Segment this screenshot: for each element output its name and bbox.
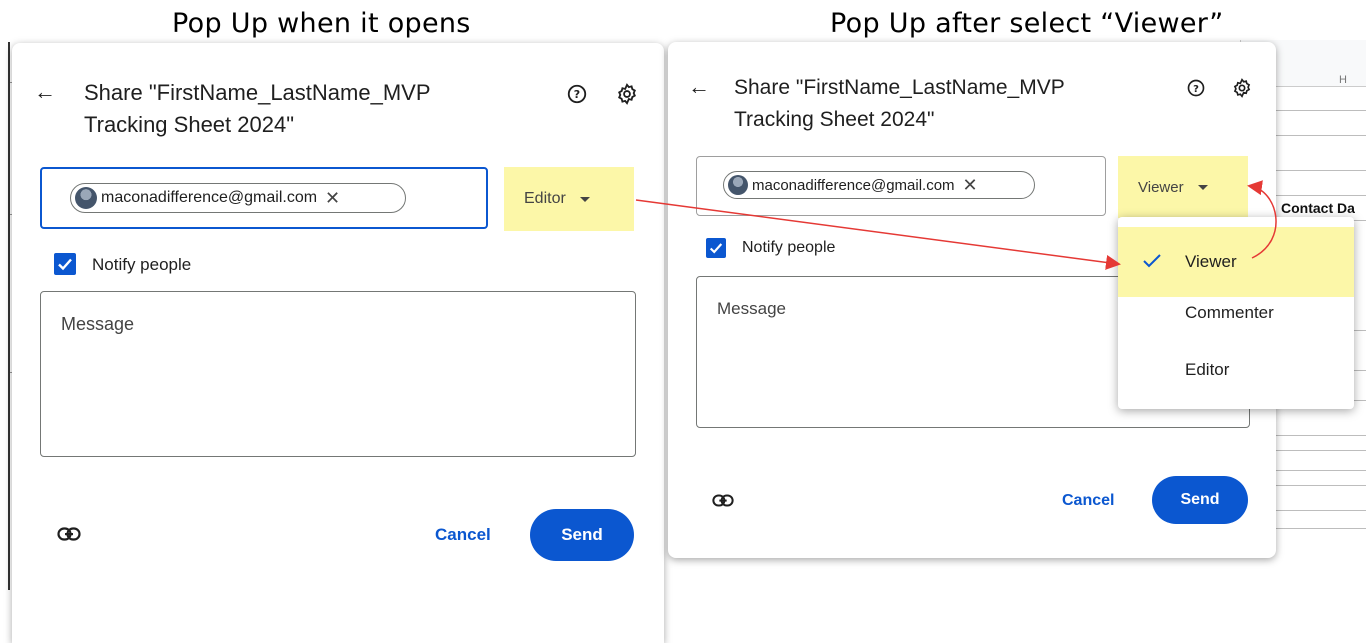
role-dropdown-label: Editor bbox=[524, 190, 566, 207]
recipient-chip-email: maconadifference@gmail.com bbox=[101, 189, 318, 206]
caret-down-icon bbox=[1197, 184, 1208, 190]
gear-icon[interactable] bbox=[616, 83, 638, 105]
dialog-title: Share "FirstName_LastName_MVP Tracking S… bbox=[84, 77, 431, 141]
recipient-chip: maconadifference@gmail.com ✕ bbox=[723, 171, 1035, 199]
dialog-title-line2: Tracking Sheet 2024" bbox=[84, 112, 295, 137]
check-icon bbox=[58, 258, 72, 271]
role-dropdown[interactable]: Viewer bbox=[1118, 156, 1248, 218]
recipient-input[interactable]: maconadifference@gmail.com ✕ bbox=[40, 167, 488, 229]
menu-item-editor[interactable]: Editor bbox=[1118, 341, 1354, 399]
check-icon bbox=[1143, 254, 1161, 268]
help-circle-icon[interactable]: ? bbox=[566, 83, 588, 105]
send-button[interactable]: Send bbox=[530, 509, 634, 561]
share-dialog-initial: ← Share "FirstName_LastName_MVP Tracking… bbox=[12, 43, 664, 643]
svg-text:?: ? bbox=[574, 88, 580, 101]
avatar bbox=[728, 175, 748, 195]
notify-checkbox[interactable] bbox=[706, 238, 726, 258]
link-icon[interactable] bbox=[712, 494, 734, 507]
recipient-chip-email: maconadifference@gmail.com bbox=[752, 176, 955, 194]
role-menu: Viewer Commenter Editor bbox=[1118, 217, 1354, 409]
role-dropdown-label: Viewer bbox=[1138, 178, 1184, 196]
recipient-input[interactable]: maconadifference@gmail.com ✕ bbox=[696, 156, 1106, 216]
message-placeholder: Message bbox=[61, 314, 135, 334]
message-placeholder: Message bbox=[717, 299, 786, 318]
menu-item-commenter[interactable]: Commenter bbox=[1118, 284, 1354, 342]
caret-down-icon bbox=[579, 196, 590, 202]
menu-item-label: Viewer bbox=[1185, 252, 1237, 271]
role-dropdown[interactable]: Editor bbox=[504, 167, 634, 231]
recipient-chip: maconadifference@gmail.com ✕ bbox=[70, 183, 406, 213]
check-icon bbox=[709, 243, 723, 254]
caption-right: Pop Up after select “Viewer” bbox=[830, 8, 1224, 39]
svg-text:?: ? bbox=[1193, 84, 1199, 95]
avatar bbox=[75, 187, 97, 209]
gear-icon[interactable] bbox=[1232, 78, 1252, 98]
notify-label: Notify people bbox=[92, 255, 192, 274]
notify-label: Notify people bbox=[742, 239, 836, 256]
column-header-label: H bbox=[1339, 74, 1347, 86]
menu-item-label: Commenter bbox=[1185, 303, 1274, 322]
arrow-back-icon[interactable]: ← bbox=[34, 79, 56, 105]
dialog-title-line1: Share "FirstName_LastName_MVP bbox=[84, 80, 431, 105]
dialog-title-line2: Tracking Sheet 2024" bbox=[734, 108, 935, 131]
send-button[interactable]: Send bbox=[1152, 476, 1248, 524]
notify-checkbox[interactable] bbox=[54, 253, 76, 275]
close-icon[interactable]: ✕ bbox=[963, 175, 978, 196]
spreadsheet-column-title: Contact Da bbox=[1281, 200, 1355, 216]
close-icon[interactable]: ✕ bbox=[325, 188, 340, 209]
menu-item-label: Editor bbox=[1185, 360, 1230, 379]
cancel-button[interactable]: Cancel bbox=[435, 525, 491, 545]
help-circle-icon[interactable]: ? bbox=[1186, 78, 1206, 98]
dialog-title-line1: Share "FirstName_LastName_MVP bbox=[734, 76, 1065, 99]
arrow-back-icon[interactable]: ← bbox=[688, 74, 710, 100]
cancel-button[interactable]: Cancel bbox=[1062, 492, 1114, 510]
caption-left: Pop Up when it opens bbox=[172, 8, 471, 39]
message-field[interactable]: Message bbox=[40, 291, 636, 457]
link-icon[interactable] bbox=[57, 527, 81, 541]
dialog-title: Share "FirstName_LastName_MVP Tracking S… bbox=[734, 72, 1065, 136]
